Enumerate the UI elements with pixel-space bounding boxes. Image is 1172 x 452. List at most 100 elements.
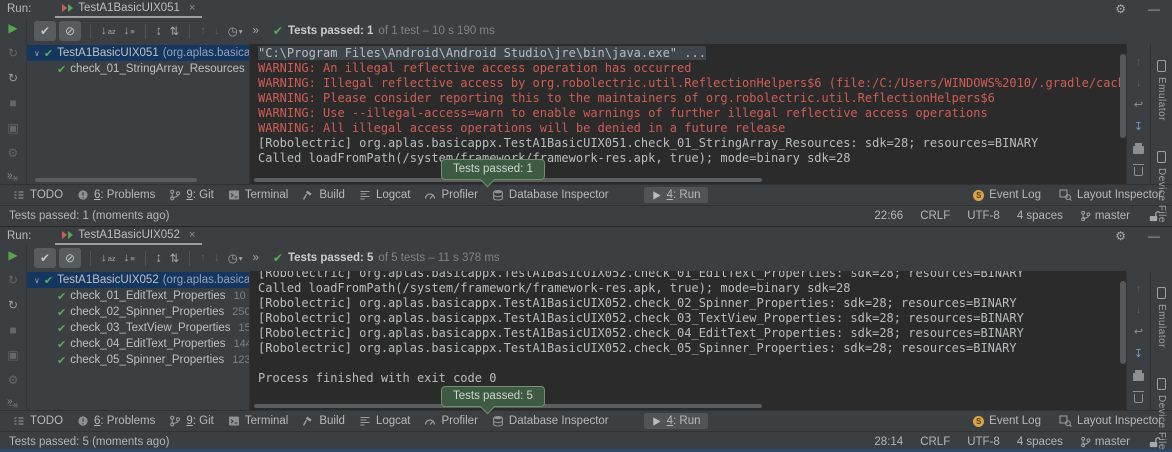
dock-emulator-button[interactable]: Emulator xyxy=(1156,60,1167,121)
event-log-button[interactable]: S Event Log xyxy=(973,415,1041,427)
test-tree-row[interactable]: ✔ check_03_TextView_Properties 150 ms xyxy=(27,320,249,336)
show-passed-toggle[interactable]: ✔ xyxy=(34,248,56,268)
sort-by-duration-icon[interactable]: ↓≡ xyxy=(124,252,135,264)
toolwindow-logcat[interactable]: Logcat xyxy=(352,187,418,203)
test-history-icon[interactable]: ◷▾ xyxy=(228,24,243,38)
close-tab-icon[interactable]: × xyxy=(189,229,195,241)
layout-inspector-button[interactable]: Layout Inspector xyxy=(1059,415,1162,427)
rerun-failed-tests-icon[interactable]: ↻ xyxy=(8,71,18,85)
rerun-icon[interactable]: ↻ xyxy=(8,46,18,60)
sort-by-duration-icon[interactable]: ↓≡ xyxy=(124,25,135,37)
rerun-tests-button[interactable]: ▶ xyxy=(8,21,17,35)
console-output[interactable]: [Robolectric] org.aplas.basicappx.TestA1… xyxy=(249,271,1126,410)
event-log-button[interactable]: S Event Log xyxy=(973,189,1041,201)
show-passed-toggle[interactable]: ✔ xyxy=(34,21,56,41)
dock-emulator-button[interactable]: Emulator xyxy=(1156,287,1167,348)
next-occurrence-icon[interactable]: ↓ xyxy=(214,25,220,37)
toolwindow-git[interactable]: 9: Git xyxy=(162,187,221,203)
previous-occurrence-icon[interactable]: ↑ xyxy=(200,25,206,37)
toolwindow-build[interactable]: Build xyxy=(295,413,352,429)
screenshot-icon[interactable]: ▣ xyxy=(7,348,18,362)
caret-position[interactable]: 22:66 xyxy=(874,210,903,222)
clear-console-icon[interactable] xyxy=(1134,394,1143,403)
status-message[interactable]: Tests passed: 1 (moments ago) xyxy=(9,210,169,222)
scroll-to-end-icon[interactable]: ↧ xyxy=(1134,120,1143,133)
toolwindow-build[interactable]: Build xyxy=(295,187,352,203)
toolwindow-problems[interactable]: 6: Problems xyxy=(70,187,162,203)
test-tree[interactable]: ∨ ✔ TestA1BasicUIX051 (org.aplas.basica … xyxy=(27,44,249,184)
tests-passed-balloon[interactable]: Tests passed: 5 xyxy=(441,386,545,407)
rerun-failed-tests-icon[interactable]: ↻ xyxy=(8,298,18,312)
tree-chevron-icon[interactable]: ∨ xyxy=(34,276,40,285)
test-tree-row[interactable]: ✔ check_04_EditText_Properties 144 ms xyxy=(27,336,249,352)
test-history-icon[interactable]: ◷▾ xyxy=(228,251,243,265)
clear-console-icon[interactable] xyxy=(1134,167,1143,176)
dock-device-file-explorer-button[interactable]: Device File Explorer xyxy=(1156,151,1167,226)
line-ending[interactable]: CRLF xyxy=(920,436,950,448)
stop-icon[interactable]: ■ xyxy=(9,323,16,337)
print-console-icon[interactable] xyxy=(1133,373,1144,381)
down-stacktrace-icon[interactable]: ↓ xyxy=(1136,77,1142,89)
close-tab-icon[interactable]: × xyxy=(189,2,195,14)
file-encoding[interactable]: UTF-8 xyxy=(967,436,1000,448)
git-branch-widget[interactable]: master xyxy=(1080,210,1130,222)
toolwindow-terminal[interactable]: Terminal xyxy=(221,413,295,429)
up-stacktrace-icon[interactable]: ↑ xyxy=(1136,283,1142,295)
collapse-all-icon[interactable]: ⇅ xyxy=(170,24,180,38)
stripe-more-icon[interactable]: » xyxy=(7,170,13,181)
toolwindow-problems[interactable]: 6: Problems xyxy=(70,413,162,429)
scroll-to-end-icon[interactable]: ↧ xyxy=(1134,347,1143,360)
toolwindow-run[interactable]: 4: Run xyxy=(644,413,708,429)
run-tab[interactable]: TestA1BasicUIX051 × xyxy=(55,0,202,18)
test-tree-row[interactable]: ∨ ✔ TestA1BasicUIX051 (org.aplas.basica … xyxy=(27,45,249,61)
console-output[interactable]: "C:\Program Files\Android\Android Studio… xyxy=(249,44,1126,184)
stop-icon[interactable]: ■ xyxy=(9,96,16,110)
toolwindow-run[interactable]: 4: Run xyxy=(644,187,708,203)
line-ending[interactable]: CRLF xyxy=(920,210,950,222)
down-stacktrace-icon[interactable]: ↓ xyxy=(1136,304,1142,316)
sort-alphabetically-icon[interactable]: ↓az xyxy=(101,252,116,264)
test-tree-row[interactable]: ✔ check_02_Spinner_Properties 250 ms xyxy=(27,304,249,320)
rerun-tests-button[interactable]: ▶ xyxy=(8,248,17,262)
up-stacktrace-icon[interactable]: ↑ xyxy=(1136,56,1142,68)
caret-position[interactable]: 28:14 xyxy=(874,436,903,448)
toolwindow-database-inspector[interactable]: Database Inspector xyxy=(485,187,616,203)
toolwindow-todo[interactable]: TODO xyxy=(6,413,70,429)
next-occurrence-icon[interactable]: ↓ xyxy=(214,252,220,264)
show-ignored-toggle[interactable]: ⊘ xyxy=(59,21,81,41)
toolwindow-profiler[interactable]: Profiler xyxy=(417,413,484,429)
expand-all-icon[interactable]: ↨ xyxy=(156,25,162,37)
status-message[interactable]: Tests passed: 5 (moments ago) xyxy=(9,436,169,448)
toolwindow-terminal[interactable]: Terminal xyxy=(221,187,295,203)
show-ignored-toggle[interactable]: ⊘ xyxy=(59,248,81,268)
tests-passed-balloon[interactable]: Tests passed: 1 xyxy=(441,159,545,180)
toolwindow-profiler[interactable]: Profiler xyxy=(417,187,484,203)
test-tree-row[interactable]: ∨ ✔ TestA1BasicUIX052 (org.aplas.basica … xyxy=(27,272,249,288)
git-branch-widget[interactable]: master xyxy=(1080,436,1130,448)
toolbar-more-icon[interactable]: » xyxy=(253,252,259,264)
test-settings-icon[interactable]: ⚙ xyxy=(8,373,19,387)
collapse-all-icon[interactable]: ⇅ xyxy=(170,251,180,265)
toolbar-more-icon[interactable]: » xyxy=(253,25,259,37)
test-settings-icon[interactable]: ⚙ xyxy=(8,146,19,160)
screenshot-icon[interactable]: ▣ xyxy=(7,121,18,135)
test-tree-row[interactable]: ✔ check_01_EditText_Properties 10 s 711 … xyxy=(27,288,249,304)
print-console-icon[interactable] xyxy=(1133,146,1144,154)
file-encoding[interactable]: UTF-8 xyxy=(967,210,1000,222)
console-vertical-scrollbar[interactable] xyxy=(1120,54,1126,138)
sort-alphabetically-icon[interactable]: ↓az xyxy=(101,25,116,37)
test-tree-row[interactable]: ✔ check_05_Spinner_Properties 123 ms xyxy=(27,352,249,368)
test-tree[interactable]: ∨ ✔ TestA1BasicUIX052 (org.aplas.basica … xyxy=(27,271,249,410)
toolwindow-git[interactable]: 9: Git xyxy=(162,413,221,429)
minimize-icon[interactable]: — xyxy=(1148,229,1160,243)
settings-gear-icon[interactable]: ⚙ xyxy=(1115,2,1126,16)
previous-occurrence-icon[interactable]: ↑ xyxy=(200,252,206,264)
settings-gear-icon[interactable]: ⚙ xyxy=(1115,229,1126,243)
toolwindow-database-inspector[interactable]: Database Inspector xyxy=(485,413,616,429)
soft-wrap-icon[interactable]: ↩ xyxy=(1134,98,1143,111)
indent-setting[interactable]: 4 spaces xyxy=(1017,210,1063,222)
test-tree-row[interactable]: ✔ check_01_StringArray_Resources 10 s 19… xyxy=(27,61,249,77)
layout-inspector-button[interactable]: Layout Inspector xyxy=(1059,189,1162,201)
minimize-icon[interactable]: — xyxy=(1148,2,1160,16)
indent-setting[interactable]: 4 spaces xyxy=(1017,436,1063,448)
